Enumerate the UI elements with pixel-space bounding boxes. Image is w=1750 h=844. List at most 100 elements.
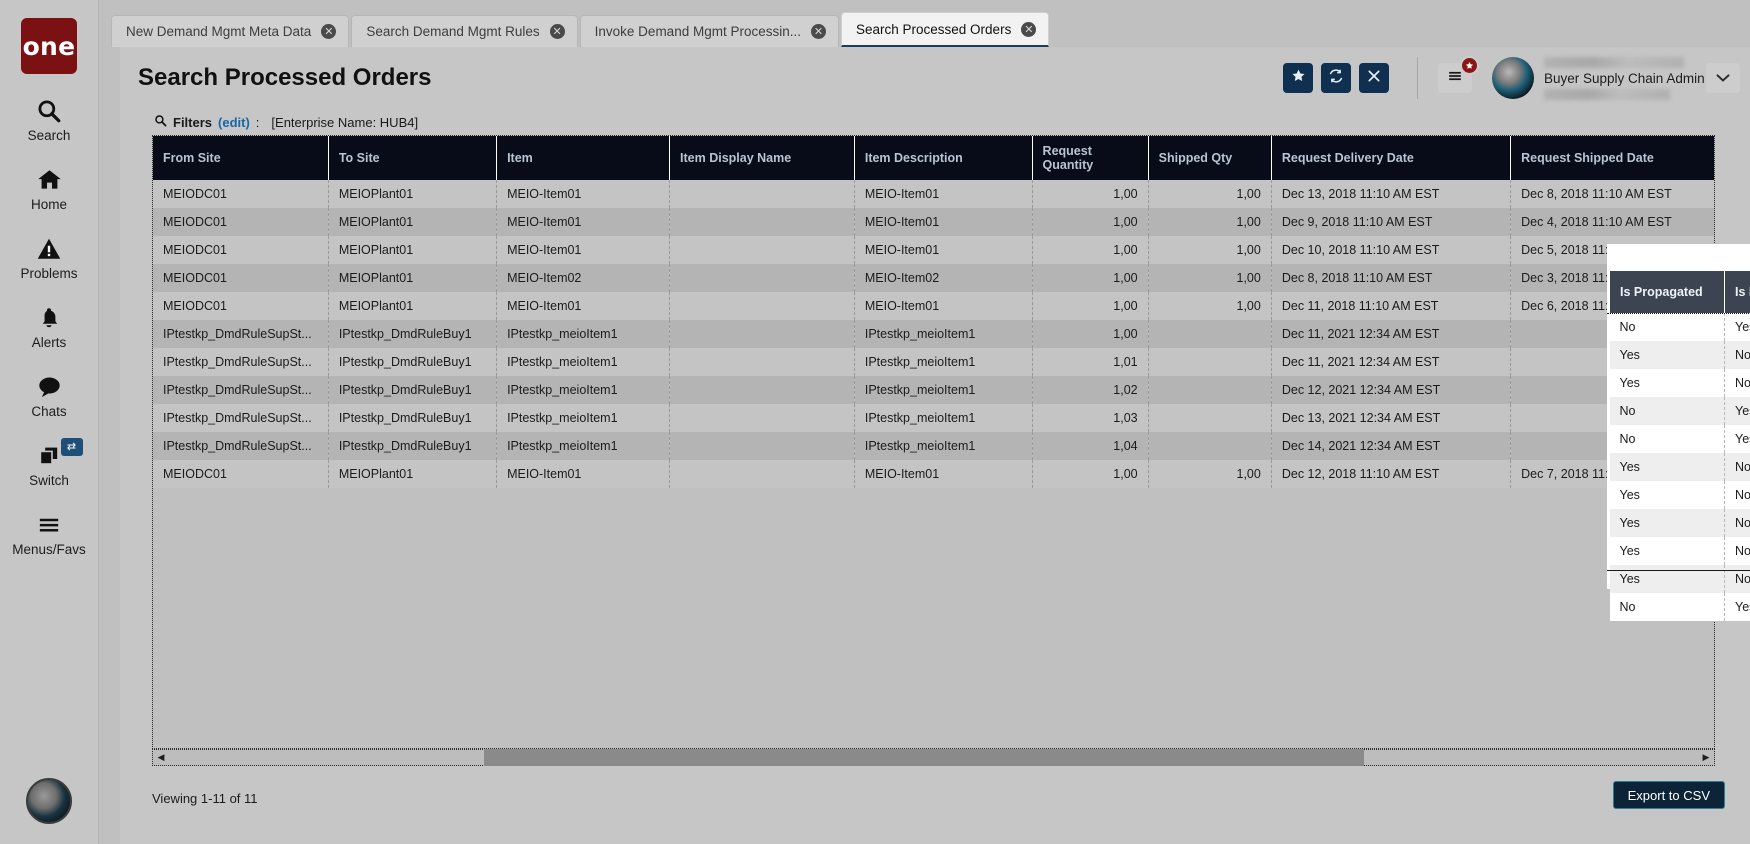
column-header-item[interactable]: Item [496, 136, 671, 180]
close-icon[interactable]: ✕ [549, 24, 565, 39]
frozen-table-row[interactable]: Yes No [1609, 369, 1750, 397]
cell-item-display-name [669, 236, 855, 264]
search-icon [154, 114, 167, 130]
sidebar-item-alerts[interactable]: Alerts [0, 303, 99, 350]
tab-search-demand-mgmt-rules[interactable]: Search Demand Mgmt Rules ✕ [351, 15, 578, 47]
cell-shipped-qty [1148, 404, 1272, 432]
column-header-to-site[interactable]: To Site [328, 136, 498, 180]
refresh-button[interactable] [1321, 63, 1351, 93]
cell-request-delivery-date: Dec 11, 2018 11:10 AM EST [1271, 292, 1512, 320]
hamburger-icon [35, 510, 63, 540]
cell-item: IPtestkp_meioItem1 [496, 376, 671, 404]
scrollbar-track[interactable] [169, 749, 1698, 766]
frozen-table-row[interactable]: Yes No [1609, 453, 1750, 481]
results-grid[interactable]: From Site To Site Item Item Display Name… [152, 135, 1715, 749]
frozen-table-row[interactable]: Yes No [1609, 509, 1750, 537]
cell-to-site: IPtestkp_DmdRuleBuy1 [328, 404, 498, 432]
menu-favorites-button[interactable] [1438, 56, 1479, 93]
table-row[interactable]: MEIODC01 MEIOPlant01 MEIO-Item01 MEIO-Item0… [153, 180, 1714, 208]
table-header: From Site To Site Item Item Display Name… [153, 136, 1714, 180]
cell-request-delivery-date: Dec 8, 2018 11:10 AM EST [1271, 264, 1512, 292]
tab-new-demand-mgmt-meta-data[interactable]: New Demand Mgmt Meta Data ✕ [111, 15, 350, 47]
frozen-columns-overlay[interactable]: Is Propagated Is Excluded NoYesYesNoYesN… [1607, 244, 1750, 621]
cell-item-display-name [669, 460, 855, 488]
cell-shipped-qty [1148, 320, 1272, 348]
filters-edit-link[interactable]: (edit) [218, 115, 250, 130]
triangle-left-icon[interactable]: ◀ [153, 752, 169, 763]
frozen-table-row[interactable]: NoYes [1609, 425, 1750, 453]
close-button[interactable] [1359, 63, 1389, 93]
sidebar-item-menus-favs[interactable]: Menus/Favs [0, 510, 99, 557]
sidebar-item-label: Switch [29, 473, 69, 488]
triangle-right-icon[interactable]: ▶ [1698, 752, 1714, 763]
column-header-request-delivery-date[interactable]: Request Delivery Date [1271, 136, 1512, 180]
frozen-table-row[interactable]: Yes No [1609, 341, 1750, 369]
sidebar-item-search[interactable]: Search [0, 96, 99, 143]
cell-item-description: MEIO-Item02 [854, 264, 1033, 292]
cell-is-excluded: No [1724, 369, 1750, 397]
cell-item-display-name [669, 264, 855, 292]
table-row[interactable]: MEIODC01 MEIOPlant01 MEIO-Item01 MEIO-Item0… [153, 460, 1714, 488]
frozen-table-row[interactable]: NoYes [1609, 313, 1750, 341]
table-row[interactable]: IPtestkp_DmdRuleSupSt... IPtestkp_DmdRule… [153, 320, 1714, 348]
tab-search-processed-orders[interactable]: Search Processed Orders ✕ [841, 12, 1050, 47]
user-menu-button[interactable] [1706, 63, 1740, 93]
app-logo-text: one [22, 31, 76, 61]
close-icon[interactable]: ✕ [321, 24, 337, 39]
column-header-item-display-name[interactable]: Item Display Name [669, 136, 855, 180]
table-row[interactable]: IPtestkp_DmdRuleSupSt... IPtestkp_DmdRule… [153, 404, 1714, 432]
close-icon[interactable]: ✕ [1021, 21, 1037, 37]
user-org-redacted [1544, 88, 1670, 100]
cell-is-excluded: Yes [1724, 313, 1750, 341]
grid-empty-area [153, 488, 1714, 724]
favorite-button[interactable] [1283, 63, 1313, 93]
table-row[interactable]: MEIODC01 MEIOPlant01 MEIO-Item01 MEIO-Item0… [153, 292, 1714, 320]
frozen-table-row[interactable]: NoYes [1609, 397, 1750, 425]
switch-badge-icon[interactable]: ⇄ [60, 438, 83, 456]
overlay-top-border [1607, 313, 1750, 314]
column-header-request-quantity[interactable]: Request Quantity [1032, 136, 1149, 180]
table-row[interactable]: IPtestkp_DmdRuleSupSt... IPtestkp_DmdRule… [153, 376, 1714, 404]
table-row[interactable]: IPtestkp_DmdRuleSupSt... IPtestkp_DmdRule… [153, 432, 1714, 460]
sidebar-item-problems[interactable]: Problems [0, 234, 99, 281]
sidebar-item-chats[interactable]: Chats [0, 372, 99, 419]
cell-to-site: IPtestkp_DmdRuleBuy1 [328, 320, 498, 348]
column-header-is-propagated[interactable]: Is Propagated [1609, 271, 1725, 313]
column-header-request-shipped-date[interactable]: Request Shipped Date [1510, 136, 1714, 180]
close-icon[interactable]: ✕ [811, 24, 826, 39]
cell-request-shipped-date: Dec 4, 2018 11:10 AM EST [1510, 208, 1714, 236]
cell-item: MEIO-Item01 [496, 208, 671, 236]
cell-is-propagated: No [1609, 593, 1725, 621]
frozen-table-row[interactable]: Yes No [1609, 481, 1750, 509]
cell-to-site: MEIOPlant01 [328, 180, 498, 208]
export-to-csv-button[interactable]: Export to CSV [1612, 781, 1725, 809]
cell-request-quantity: 1,00 [1032, 264, 1149, 292]
frozen-table-row[interactable]: Yes No [1609, 537, 1750, 565]
cell-item-description: IPtestkp_meioItem1 [854, 348, 1033, 376]
frozen-table-row[interactable]: NoYes [1609, 593, 1750, 621]
column-header-is-excluded[interactable]: Is Excluded [1724, 271, 1750, 313]
column-header-from-site[interactable]: From Site [153, 136, 329, 180]
cell-request-delivery-date: Dec 13, 2021 12:34 AM EST [1271, 404, 1512, 432]
cell-to-site: IPtestkp_DmdRuleBuy1 [328, 376, 498, 404]
table-row[interactable]: MEIODC01 MEIOPlant01 MEIO-Item02 MEIO-Item0… [153, 264, 1714, 292]
tab-label: New Demand Mgmt Meta Data [126, 24, 312, 39]
app-logo[interactable]: one [21, 18, 77, 74]
cell-item: MEIO-Item01 [496, 180, 671, 208]
table-row[interactable]: MEIODC01 MEIOPlant01 MEIO-Item01 MEIO-Item0… [153, 208, 1714, 236]
scrollbar-thumb[interactable] [484, 749, 1364, 766]
table-row[interactable]: MEIODC01 MEIOPlant01 MEIO-Item01 MEIO-Item0… [153, 236, 1714, 264]
avatar[interactable] [26, 778, 72, 824]
cell-item-description: IPtestkp_meioItem1 [854, 404, 1033, 432]
sidebar-item-switch[interactable]: ⇄ Switch [0, 438, 99, 488]
avatar[interactable] [1492, 57, 1534, 99]
sidebar-item-home[interactable]: Home [0, 165, 99, 212]
table-row[interactable]: IPtestkp_DmdRuleSupSt... IPtestkp_DmdRule… [153, 348, 1714, 376]
frozen-columns-inner: Is Propagated Is Excluded NoYesYesNoYesN… [1609, 271, 1750, 621]
cell-to-site: MEIOPlant01 [328, 236, 498, 264]
tab-invoke-demand-mgmt-processing[interactable]: Invoke Demand Mgmt Processin... ✕ [579, 15, 839, 47]
cell-item: MEIO-Item02 [496, 264, 671, 292]
column-header-shipped-qty[interactable]: Shipped Qty [1148, 136, 1272, 180]
horizontal-scrollbar[interactable]: ◀ ▶ [152, 749, 1715, 766]
column-header-item-description[interactable]: Item Description [854, 136, 1033, 180]
